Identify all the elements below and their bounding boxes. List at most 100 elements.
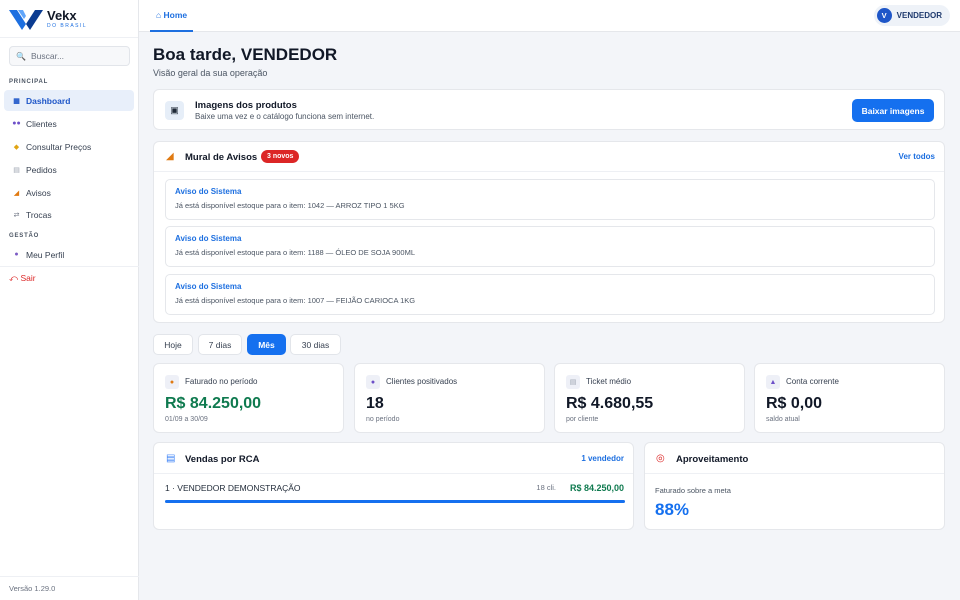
bank-icon: ▲ xyxy=(766,375,780,389)
exchange-icon: ⇄ xyxy=(13,211,20,219)
sidebar-item-trocas[interactable]: ⇄ Trocas xyxy=(4,204,134,225)
notice-title: Aviso do Sistema xyxy=(175,187,242,196)
notice-title: Aviso do Sistema xyxy=(175,234,242,243)
notice-item[interactable]: Aviso do Sistema Já está disponível esto… xyxy=(165,274,935,315)
performance-card: ◎ Aproveitamento Faturado sobre a meta 8… xyxy=(644,442,945,530)
avatar: V xyxy=(876,8,892,23)
notice-title: Aviso do Sistema xyxy=(175,282,242,291)
brand-subtitle: DO BRASIL xyxy=(47,22,88,29)
kpi-label: Clientes positivados xyxy=(386,377,458,386)
performance-title: Aproveitamento xyxy=(676,454,749,465)
receipt-icon: ▤ xyxy=(566,375,580,389)
kpi-subtext: por cliente xyxy=(566,416,599,423)
kpi-value: R$ 4.680,55 xyxy=(566,395,654,412)
sidebar-item-label: Trocas xyxy=(26,209,52,220)
kpi-card-faturado: ● Faturado no período R$ 84.250,00 01/09… xyxy=(153,363,344,433)
tab-home-label: Home xyxy=(163,10,188,20)
download-images-button[interactable]: Baixar imagens xyxy=(852,99,934,122)
kpi-card-clientes: ● Clientes positivados 18 no período xyxy=(354,363,545,433)
notice-item[interactable]: Aviso do Sistema Já está disponível esto… xyxy=(165,226,935,267)
users-icon: ●● xyxy=(12,120,21,127)
period-tab-30-dias[interactable]: 30 dias xyxy=(290,334,341,355)
see-all-link[interactable]: Ver todos xyxy=(899,152,935,161)
brand[interactable]: Vekx DO BRASIL xyxy=(0,0,138,38)
sidebar-item-meu-perfil[interactable]: ● Meu Perfil xyxy=(4,244,134,265)
vekx-logo-icon xyxy=(9,9,43,30)
product-images-title: Imagens dos produtos xyxy=(195,100,297,111)
app-version: Versão 1.29.0 xyxy=(9,584,56,593)
performance-value: 88% xyxy=(655,500,690,519)
card-divider xyxy=(154,473,633,474)
sidebar-item-dashboard[interactable]: ▦ Dashboard xyxy=(4,90,134,111)
performance-label: Faturado sobre a meta xyxy=(655,486,731,495)
price-tag-icon: ◆ xyxy=(13,143,20,151)
sidebar: Vekx DO BRASIL 🔍 PRINCIPAL ▦ Dashboard ●… xyxy=(0,0,139,600)
kpi-subtext: no período xyxy=(366,416,400,423)
megaphone-icon: ◢ xyxy=(166,151,174,162)
target-icon: ◎ xyxy=(656,453,665,464)
sidebar-item-label: Meu Perfil xyxy=(26,249,65,260)
tab-home[interactable]: ⌂ Home xyxy=(150,0,194,32)
notice-text: Já está disponível estoque para o item: … xyxy=(175,248,415,257)
notice-item[interactable]: Aviso do Sistema Já está disponível esto… xyxy=(165,179,935,220)
money-bag-icon: ● xyxy=(165,375,179,389)
sidebar-item-label: Clientes xyxy=(26,118,57,129)
sidebar-item-label: Avisos xyxy=(26,187,51,198)
kpi-value: 18 xyxy=(366,395,384,412)
logout-icon: ⤺ xyxy=(9,273,19,283)
section-label-gestao: GESTÃO xyxy=(9,233,40,239)
search-icon: 🔍 xyxy=(16,51,26,61)
sidebar-item-label: Consultar Preços xyxy=(26,141,92,152)
sidebar-item-pedidos[interactable]: ▤ Pedidos xyxy=(4,159,134,180)
sales-by-rca-title: Vendas por RCA xyxy=(185,454,260,465)
sidebar-divider xyxy=(0,576,139,577)
sidebar-item-avisos[interactable]: ◢ Avisos xyxy=(4,182,134,203)
sidebar-divider xyxy=(0,266,139,267)
sidebar-item-label: Dashboard xyxy=(26,95,71,106)
notice-text: Já está disponível estoque para o item: … xyxy=(175,201,405,210)
search-box[interactable]: 🔍 xyxy=(9,46,130,66)
kpi-subtext: 01/09 a 30/09 xyxy=(165,416,208,423)
seller-total: R$ 84.250,00 xyxy=(569,483,624,493)
seller-progress-track xyxy=(165,500,625,503)
page-title: Boa tarde, VENDEDOR xyxy=(153,45,338,64)
seller-clients: 18 cli. xyxy=(536,483,556,492)
brand-name: Vekx xyxy=(47,7,77,23)
page-subtitle: Visão geral da sua operação xyxy=(153,68,268,78)
section-label-principal: PRINCIPAL xyxy=(9,79,49,85)
notice-board-card: ◢ Mural de Avisos 3 novos Ver todos Avis… xyxy=(153,141,945,323)
home-icon: ⌂ xyxy=(156,10,164,20)
sellers-count-link[interactable]: 1 vendedor xyxy=(581,454,624,463)
period-tab-7-dias[interactable]: 7 dias xyxy=(198,334,242,355)
kpi-label: Conta corrente xyxy=(786,377,839,386)
period-tab-hoje[interactable]: Hoje xyxy=(153,334,193,355)
users-icon: ● xyxy=(366,375,380,389)
kpi-card-ticket: ▤ Ticket médio R$ 4.680,55 por cliente xyxy=(554,363,745,433)
image-icon: ▣ xyxy=(165,101,184,120)
profile-icon: ● xyxy=(14,251,19,258)
megaphone-icon: ◢ xyxy=(13,189,20,197)
period-tab-mes[interactable]: Mês xyxy=(247,334,286,355)
topbar: ⌂ Home V VENDEDOR xyxy=(139,0,960,32)
sidebar-item-consultar-precos[interactable]: ◆ Consultar Preços xyxy=(4,136,134,157)
seller-progress-bar xyxy=(165,500,625,503)
sidebar-item-label: Pedidos xyxy=(26,164,57,175)
user-menu[interactable]: V VENDEDOR xyxy=(873,5,950,26)
new-notices-badge: 3 novos xyxy=(261,150,300,163)
kpi-value: R$ 0,00 xyxy=(766,395,823,412)
user-name: VENDEDOR xyxy=(896,11,942,20)
kpi-subtext: saldo atual xyxy=(766,416,800,423)
sidebar-item-clientes[interactable]: ●● Clientes xyxy=(4,113,134,134)
kpi-card-conta-corrente: ▲ Conta corrente R$ 0,00 saldo atual xyxy=(754,363,945,433)
card-divider xyxy=(154,171,944,172)
kpi-label: Ticket médio xyxy=(586,377,632,386)
logout-link[interactable]: ⤺ Sair xyxy=(9,273,36,284)
product-images-subtitle: Baixe uma vez e o catálogo funciona sem … xyxy=(195,112,375,121)
product-images-card: ▣ Imagens dos produtos Baixe uma vez e o… xyxy=(153,89,945,130)
search-input[interactable] xyxy=(30,51,121,61)
logout-label: Sair xyxy=(20,273,36,283)
sales-by-rca-card: ▤ Vendas por RCA 1 vendedor 1 · VENDEDOR… xyxy=(153,442,634,530)
bar-chart-icon: ▤ xyxy=(166,453,176,464)
dashboard-icon: ▦ xyxy=(13,97,20,105)
seller-name: 1 · VENDEDOR DEMONSTRAÇÃO xyxy=(165,483,301,493)
